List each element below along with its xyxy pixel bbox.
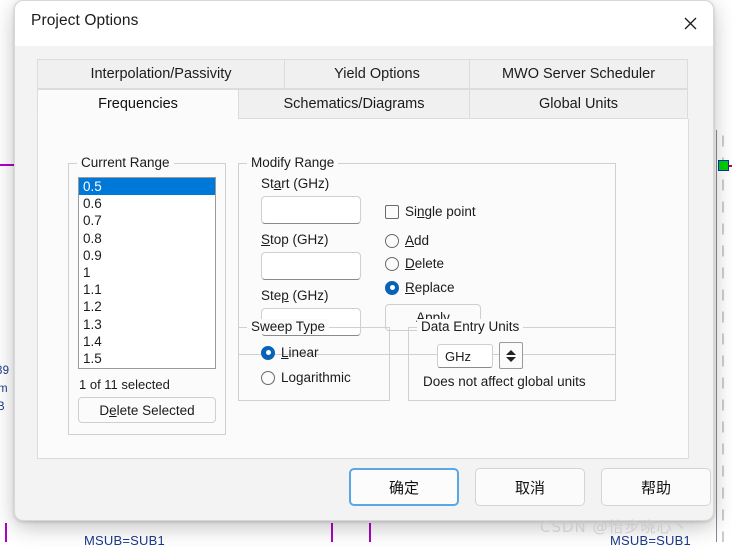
schematic-wire-left — [0, 164, 14, 166]
tab-frequencies[interactable]: Frequencies — [37, 89, 239, 119]
list-item[interactable]: 0.6 — [79, 195, 215, 212]
delete-label: Delete — [405, 256, 445, 271]
data-entry-units-group: Data Entry Units GHz Does not affect glo… — [408, 319, 616, 401]
radio-icon-selected[interactable] — [261, 345, 275, 360]
stop-label: Stop (GHz) — [261, 232, 329, 247]
ok-button[interactable]: 确定 — [349, 468, 459, 506]
units-spinner[interactable] — [499, 342, 523, 369]
selection-status: 1 of 11 selected — [79, 377, 170, 392]
tabstrip: Interpolation/Passivity Yield Options MW… — [37, 59, 689, 119]
tab-row-2: Frequencies Schematics/Diagrams Global U… — [37, 89, 689, 119]
tab-mwo-server-scheduler[interactable]: MWO Server Scheduler — [469, 59, 688, 89]
close-icon[interactable] — [668, 1, 713, 45]
add-label: Add — [405, 233, 430, 248]
sweep-type-group-title: Sweep Type — [247, 319, 330, 334]
chevron-down-icon[interactable] — [506, 356, 516, 362]
list-item[interactable]: 1.3 — [79, 316, 215, 333]
start-input[interactable] — [262, 197, 360, 223]
stop-input-wrapper[interactable] — [261, 252, 361, 280]
current-range-group-title: Current Range — [77, 155, 174, 170]
list-item[interactable]: 0.7 — [79, 212, 215, 229]
radio-delete-row[interactable]: Delete — [385, 256, 444, 271]
data-entry-units-group-title: Data Entry Units — [417, 319, 524, 334]
schematic-wire-v1 — [331, 523, 333, 542]
schematic-wire-v2 — [369, 523, 371, 542]
radio-icon[interactable] — [261, 370, 275, 385]
radio-linear-row[interactable]: Linear — [261, 345, 319, 360]
project-options-dialog: Project Options Interpolation/Passivity … — [14, 0, 714, 521]
list-item[interactable]: 1.2 — [79, 298, 215, 315]
schematic-rule-line — [716, 130, 717, 542]
schematic-label-right: MSUB=SUB1 — [610, 533, 691, 548]
tab-row-1: Interpolation/Passivity Yield Options MW… — [37, 59, 689, 89]
grid-dot-column — [722, 130, 724, 542]
list-item[interactable]: 0.5 — [79, 178, 215, 196]
list-item[interactable]: 1.1 — [79, 281, 215, 298]
tab-schematics-diagrams[interactable]: Schematics/Diagrams — [238, 89, 470, 119]
logarithmic-label: Logarithmic — [281, 370, 351, 385]
sweep-type-group: Sweep Type Linear Logarithmic — [238, 319, 390, 401]
cancel-button[interactable]: 取消 — [475, 468, 585, 506]
list-item[interactable]: 0.8 — [79, 230, 215, 247]
tab-yield-options[interactable]: Yield Options — [284, 59, 470, 89]
radio-logarithmic-row[interactable]: Logarithmic — [261, 370, 351, 385]
schematic-port — [718, 160, 729, 171]
delete-selected-button[interactable]: Delete Selected — [78, 397, 216, 423]
stop-input[interactable] — [262, 253, 360, 279]
checkbox-icon[interactable] — [385, 204, 399, 219]
chevron-up-icon[interactable] — [506, 349, 516, 355]
radio-icon[interactable] — [385, 233, 399, 248]
delete-selected-label: Delete Selected — [99, 402, 195, 418]
replace-label: Replace — [405, 280, 455, 295]
schematic-fragment-3: B — [0, 401, 5, 413]
modify-range-group-title: Modify Range — [247, 155, 339, 170]
schematic-fragment-1: 39 — [0, 365, 10, 377]
start-label: Start (GHz) — [261, 176, 330, 191]
schematic-wire-v3 — [5, 523, 7, 542]
list-item[interactable]: 1.4 — [79, 333, 215, 350]
linear-label: Linear — [281, 345, 319, 360]
frequencies-tab-panel: Current Range 0.5 0.6 0.7 0.8 0.9 1 1.1 … — [37, 119, 689, 459]
current-range-listbox[interactable]: 0.5 0.6 0.7 0.8 0.9 1 1.1 1.2 1.3 1.4 1.… — [78, 177, 216, 369]
current-range-group: Current Range 0.5 0.6 0.7 0.8 0.9 1 1.1 … — [68, 155, 226, 435]
schematic-fragment-2: m — [0, 383, 8, 395]
list-item[interactable]: 1.5 — [79, 350, 215, 367]
dialog-footer: 确定 取消 帮助 — [15, 457, 713, 520]
step-label: Step (GHz) — [261, 288, 329, 303]
list-item[interactable]: 0.9 — [79, 247, 215, 264]
units-note: Does not affect global units — [423, 374, 586, 389]
list-item[interactable]: 1 — [79, 264, 215, 281]
tab-global-units[interactable]: Global Units — [469, 89, 688, 119]
schematic-label-left: MSUB=SUB1 — [84, 533, 165, 548]
single-point-label: Single point — [405, 204, 476, 219]
tab-interpolation-passivity[interactable]: Interpolation/Passivity — [37, 59, 285, 89]
radio-icon[interactable] — [385, 256, 399, 271]
help-button[interactable]: 帮助 — [601, 468, 711, 506]
radio-replace-row[interactable]: Replace — [385, 280, 455, 295]
start-input-wrapper[interactable] — [261, 196, 361, 224]
radio-icon-selected[interactable] — [385, 280, 399, 295]
dialog-titlebar: Project Options — [15, 1, 713, 46]
units-value-field[interactable]: GHz — [437, 344, 493, 368]
radio-add-row[interactable]: Add — [385, 233, 429, 248]
dialog-title: Project Options — [31, 12, 139, 29]
single-point-checkbox-row[interactable]: Single point — [385, 204, 476, 219]
